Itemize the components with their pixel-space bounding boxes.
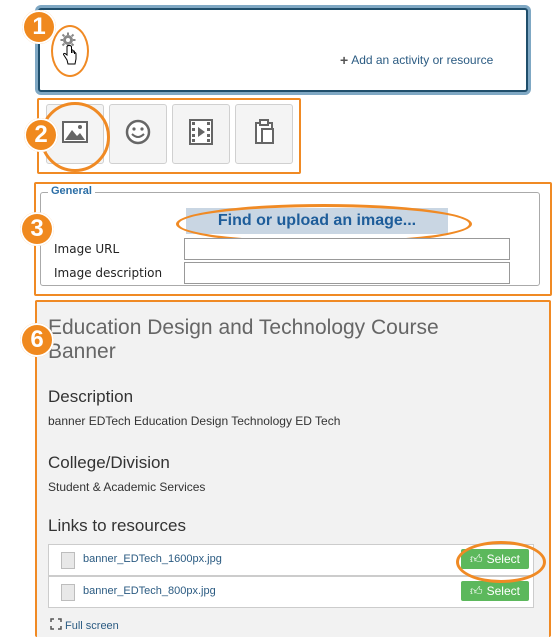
paste-button[interactable] [235, 104, 293, 164]
college-text: Student & Academic Services [48, 480, 206, 494]
media-icon [189, 118, 213, 150]
file-icon [61, 552, 75, 569]
insert-emoticon-button[interactable] [109, 104, 167, 164]
description-heading: Description [48, 387, 134, 406]
fullscreen-link[interactable]: Full screen [50, 618, 119, 633]
expand-icon [50, 618, 62, 633]
plus-icon: + [340, 52, 349, 68]
image-url-label: Image URL [54, 242, 120, 256]
add-activity-label: Add an activity or resource [351, 53, 494, 67]
fieldset-legend: General [48, 185, 95, 197]
resource-title: Education Design and Technology Course B… [48, 316, 439, 363]
links-heading: Links to resources [48, 516, 186, 535]
select-label: Select [486, 584, 520, 598]
step-badge-1: 1 [22, 10, 56, 44]
resource-file-name[interactable]: banner_EDTech_800px.jpg [83, 585, 216, 597]
step-badge-6: 6 [20, 323, 54, 357]
college-heading: College/Division [48, 453, 170, 472]
resource-link-row: banner_EDTech_800px.jpg 👍︎ Select [48, 576, 534, 608]
paste-icon [253, 118, 275, 150]
description-text: banner EDTech Education Design Technolog… [48, 414, 341, 428]
image-description-field[interactable] [184, 262, 510, 284]
file-icon [61, 584, 75, 601]
add-activity-link[interactable]: + Add an activity or resource [340, 52, 493, 68]
resource-file-name[interactable]: banner_EDTech_1600px.jpg [83, 553, 222, 565]
step-badge-2: 2 [24, 118, 58, 152]
fullscreen-label: Full screen [65, 619, 119, 632]
insert-media-button[interactable] [172, 104, 230, 164]
step-badge-3: 3 [20, 212, 54, 246]
image-description-label: Image description [54, 266, 163, 280]
image-url-field[interactable] [184, 238, 510, 260]
highlight-ring [456, 541, 546, 583]
highlight-ring [51, 25, 89, 77]
emoticon-icon [125, 119, 151, 150]
course-section-panel [38, 8, 528, 92]
select-button[interactable]: 👍︎ Select [461, 581, 529, 601]
thumbs-up-icon: 👍︎ [470, 583, 483, 598]
